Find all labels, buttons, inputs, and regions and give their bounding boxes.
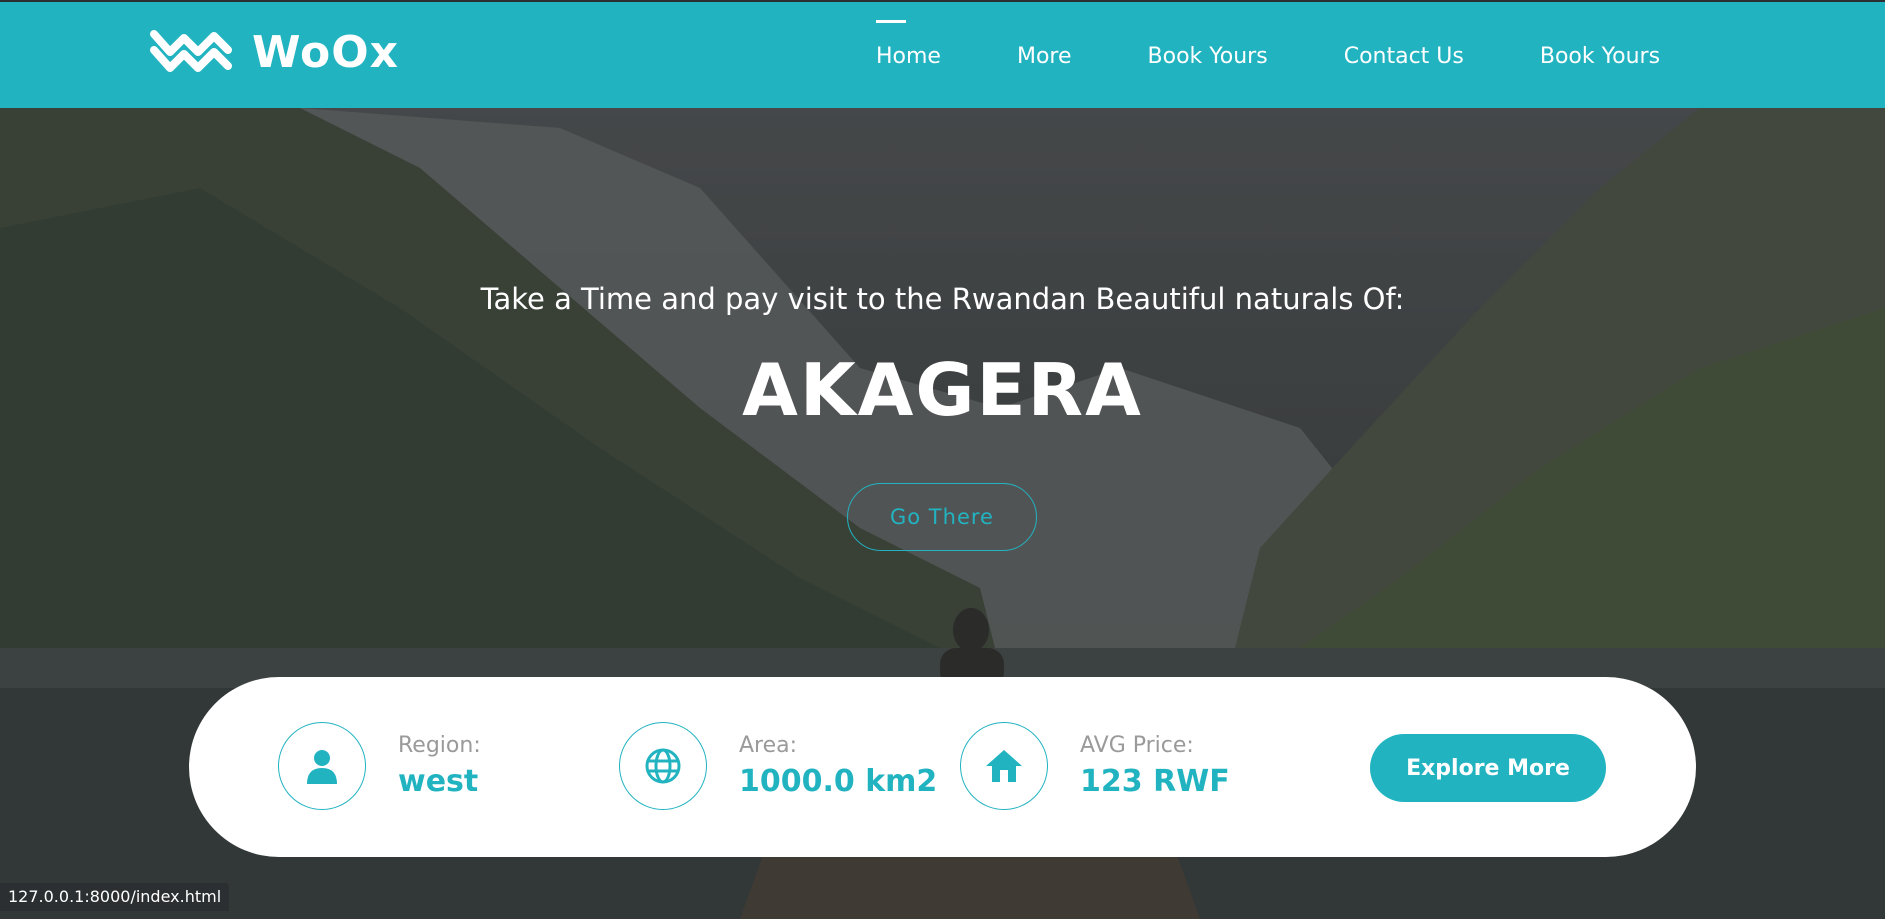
hero-title: AKAGERA (742, 348, 1143, 432)
logo-text: WoOx (252, 26, 399, 78)
nav-item-contact-us[interactable]: Contact Us (1344, 44, 1464, 69)
area-icon-circle (619, 722, 707, 810)
status-bar-url: 127.0.0.1:8000/index.html (0, 883, 230, 911)
price-icon-circle (960, 722, 1048, 810)
price-label: AVG Price: (1080, 733, 1194, 758)
explore-more-button[interactable]: Explore More (1370, 734, 1606, 802)
hero-subtitle: Take a Time and pay visit to the Rwandan… (480, 282, 1405, 316)
logo-icon (150, 30, 232, 72)
price-value: 123 RWF (1080, 764, 1230, 799)
hero-banner: Take a Time and pay visit to the Rwandan… (0, 108, 1885, 919)
price-info: AVG Price: 123 RWF (960, 722, 1230, 810)
area-value: 1000.0 km2 (739, 764, 938, 799)
home-icon (986, 750, 1022, 782)
area-info: Area: 1000.0 km2 (619, 722, 937, 810)
go-there-button[interactable]: Go There (847, 483, 1037, 551)
area-label: Area: (739, 733, 798, 758)
info-card: Region: west Area: 1000.0 km2 AVG Price:… (189, 677, 1696, 857)
region-icon-circle (278, 722, 366, 810)
nav-item-home[interactable]: Home (876, 19, 941, 69)
globe-icon (645, 748, 681, 784)
site-header: WoOx Home More Book Yours Contact Us Boo… (0, 0, 1885, 108)
main-nav: Home More Book Yours Contact Us Book You… (876, 2, 1660, 110)
logo[interactable]: WoOx (150, 24, 399, 80)
nav-item-book-yours-2[interactable]: Book Yours (1540, 44, 1660, 69)
nav-item-book-yours[interactable]: Book Yours (1148, 44, 1268, 69)
region-value: west (398, 764, 479, 799)
nav-item-more[interactable]: More (1017, 44, 1072, 69)
region-label: Region: (398, 733, 481, 758)
region-info: Region: west (278, 722, 481, 810)
user-icon (307, 750, 337, 784)
